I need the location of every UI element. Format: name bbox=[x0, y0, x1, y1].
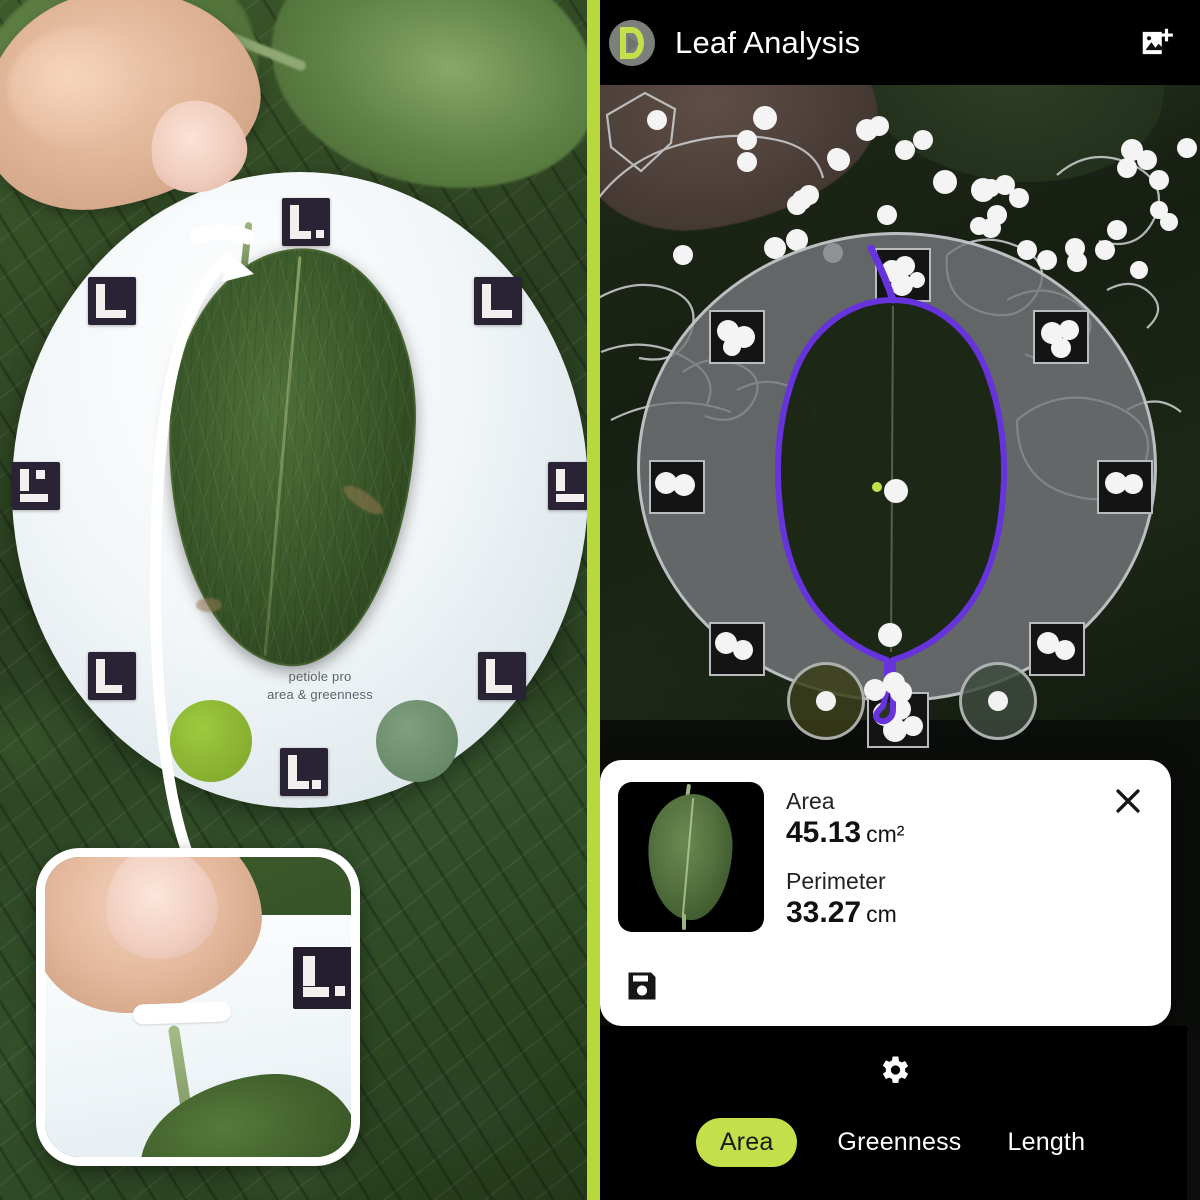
aruco-marker-icon bbox=[548, 462, 587, 510]
aruco-marker-icon bbox=[293, 947, 351, 1009]
perimeter-value: 33.27 bbox=[786, 896, 862, 929]
inset-white-stroke-mark bbox=[132, 1001, 232, 1025]
area-label: Area bbox=[786, 788, 835, 814]
detected-aruco-marker bbox=[867, 692, 929, 748]
aruco-marker-icon bbox=[88, 652, 136, 700]
detected-aruco-marker bbox=[1097, 460, 1153, 514]
aruco-marker-icon bbox=[478, 652, 526, 700]
area-value: 45.13 bbox=[786, 816, 862, 849]
aruco-marker-icon bbox=[282, 198, 330, 246]
aruco-marker-icon bbox=[280, 748, 328, 796]
page-title: Leaf Analysis bbox=[675, 24, 861, 60]
detected-aruco-marker bbox=[875, 248, 931, 302]
card-brand-line: petiole pro bbox=[288, 669, 352, 684]
capture-photo-panel: petiole pro area & greenness bbox=[0, 0, 587, 1200]
perimeter-label: Perimeter bbox=[786, 868, 886, 894]
detected-aruco-marker bbox=[1033, 310, 1089, 364]
app-screen: petiole pro area & greenness Leaf Analys… bbox=[0, 0, 1200, 1200]
perimeter-value-row: 33.27 cm bbox=[786, 896, 904, 930]
knuckle bbox=[8, 28, 158, 148]
close-icon[interactable] bbox=[1111, 784, 1145, 818]
gear-icon[interactable] bbox=[876, 1052, 912, 1088]
detected-color-chip bbox=[787, 662, 865, 740]
chip-center-dot bbox=[816, 691, 836, 711]
aruco-marker-icon bbox=[474, 277, 522, 325]
thumbnail-leaf-shape bbox=[644, 791, 736, 923]
aruco-marker-icon bbox=[88, 277, 136, 325]
perimeter-unit: cm bbox=[866, 901, 897, 927]
color-chip-bright-green bbox=[170, 700, 252, 782]
metrics-list: Area 45.13 cm² Perimeter 33.27 cm bbox=[786, 788, 904, 948]
detected-aruco-marker bbox=[1029, 622, 1085, 676]
aruco-marker-icon bbox=[12, 462, 60, 510]
area-unit: cm² bbox=[866, 821, 905, 847]
color-chip-sage-green bbox=[376, 700, 458, 782]
tab-greenness[interactable]: Greenness bbox=[831, 1118, 967, 1167]
leaf-thumbnail bbox=[618, 782, 764, 932]
detected-color-chip bbox=[959, 662, 1037, 740]
tab-length[interactable]: Length bbox=[1002, 1118, 1092, 1167]
panel-divider bbox=[587, 0, 600, 1200]
detected-aruco-marker bbox=[709, 622, 765, 676]
add-image-icon[interactable] bbox=[1138, 24, 1176, 62]
app-bar: Leaf Analysis bbox=[587, 0, 1200, 85]
calibration-card-label: petiole pro area & greenness bbox=[255, 668, 385, 703]
logo-triangle bbox=[628, 35, 639, 52]
tab-area[interactable]: Area bbox=[695, 1118, 798, 1167]
thumbnail-petiole-bottom bbox=[682, 914, 686, 930]
area-value-row: 45.13 cm² bbox=[786, 816, 904, 850]
magnifier-inset bbox=[36, 848, 360, 1166]
leaf-blemish bbox=[196, 598, 222, 612]
chip-center-dot bbox=[988, 691, 1008, 711]
results-card: Area 45.13 cm² Perimeter 33.27 cm bbox=[600, 760, 1171, 1026]
bottom-controls: Area Greenness Length bbox=[600, 1026, 1187, 1200]
detected-aruco-marker bbox=[649, 460, 705, 514]
petiole-logo-icon bbox=[609, 19, 655, 66]
card-subtitle-line: area & greenness bbox=[267, 686, 373, 702]
detected-aruco-marker bbox=[709, 310, 765, 364]
leaf-analysis-app-panel: Leaf Analysis Area 45.13 cm² Perimeter 3… bbox=[587, 0, 1200, 1200]
save-icon[interactable] bbox=[624, 968, 660, 1004]
measurement-tabs: Area Greenness Length bbox=[600, 1118, 1187, 1167]
